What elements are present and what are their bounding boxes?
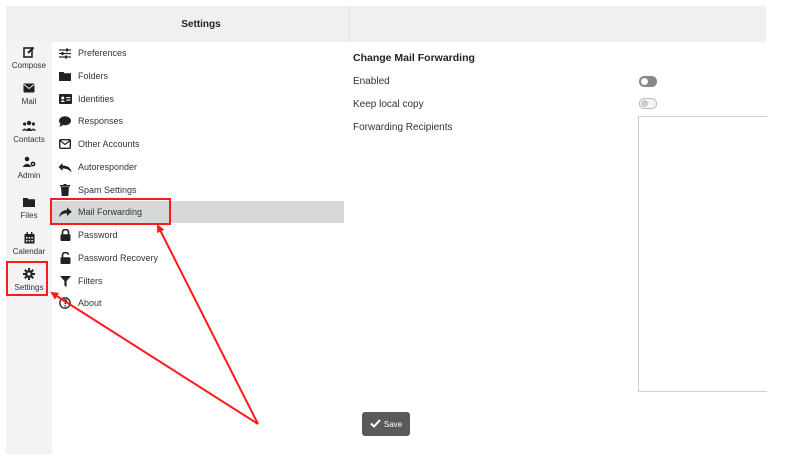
forwarding-recipients-textarea[interactable] [638, 116, 767, 392]
mail-icon [6, 82, 52, 96]
settings-item-autoresponder[interactable]: Autoresponder [52, 156, 344, 178]
filter-icon [58, 274, 72, 288]
settings-item-filters[interactable]: Filters [52, 270, 344, 292]
mail-forwarding-pane: Change Mail Forwarding Enabled Keep loca… [344, 42, 767, 454]
contacts-icon [6, 120, 52, 134]
settings-item-password[interactable]: Password [52, 224, 344, 246]
envelope-icon [58, 137, 72, 151]
comment-icon [58, 114, 72, 128]
top-header: Settings [6, 6, 766, 42]
page-title: Settings [181, 18, 221, 30]
id-card-icon [58, 92, 72, 106]
enabled-toggle[interactable] [639, 76, 657, 87]
header-divider [349, 6, 350, 42]
nav-item-admin[interactable]: Admin [6, 156, 52, 192]
save-button-label: Save [383, 419, 403, 429]
settings-nav-highlight [6, 261, 48, 296]
settings-list: Preferences Folders Identities Responses… [52, 42, 345, 454]
calendar-icon [6, 232, 52, 246]
keep-local-copy-toggle[interactable] [639, 98, 657, 109]
enabled-label: Enabled [353, 76, 390, 87]
unlock-icon [58, 251, 72, 265]
nav-item-contacts[interactable]: Contacts [6, 120, 52, 156]
pane-heading: Change Mail Forwarding [353, 52, 475, 64]
folder-icon [6, 196, 52, 210]
settings-item-password-recovery[interactable]: Password Recovery [52, 247, 344, 269]
admin-icon [6, 156, 52, 170]
checkmark-icon [370, 418, 381, 430]
lock-icon [58, 228, 72, 242]
sliders-icon [58, 46, 72, 60]
settings-item-identities[interactable]: Identities [52, 88, 344, 110]
forwarding-recipients-label: Forwarding Recipients [353, 122, 453, 133]
main-nav: Compose Mail Contacts Admin Files Calend… [6, 42, 52, 454]
reply-all-icon [58, 160, 72, 174]
save-button[interactable]: Save [362, 412, 410, 436]
settings-item-preferences[interactable]: Preferences [52, 42, 344, 64]
settings-item-about[interactable]: About [52, 292, 344, 314]
compose-icon [6, 46, 52, 60]
nav-item-mail[interactable]: Mail [6, 82, 52, 118]
keep-local-copy-label: Keep local copy [353, 99, 424, 110]
mail-forwarding-highlight [50, 198, 171, 225]
question-circle-icon [58, 296, 72, 310]
folder-icon [58, 69, 72, 83]
nav-item-files[interactable]: Files [6, 196, 52, 232]
settings-item-folders[interactable]: Folders [52, 65, 344, 87]
settings-item-responses[interactable]: Responses [52, 110, 344, 132]
trash-icon [58, 183, 72, 197]
nav-item-compose[interactable]: Compose [6, 46, 52, 82]
settings-item-other-accounts[interactable]: Other Accounts [52, 133, 344, 155]
